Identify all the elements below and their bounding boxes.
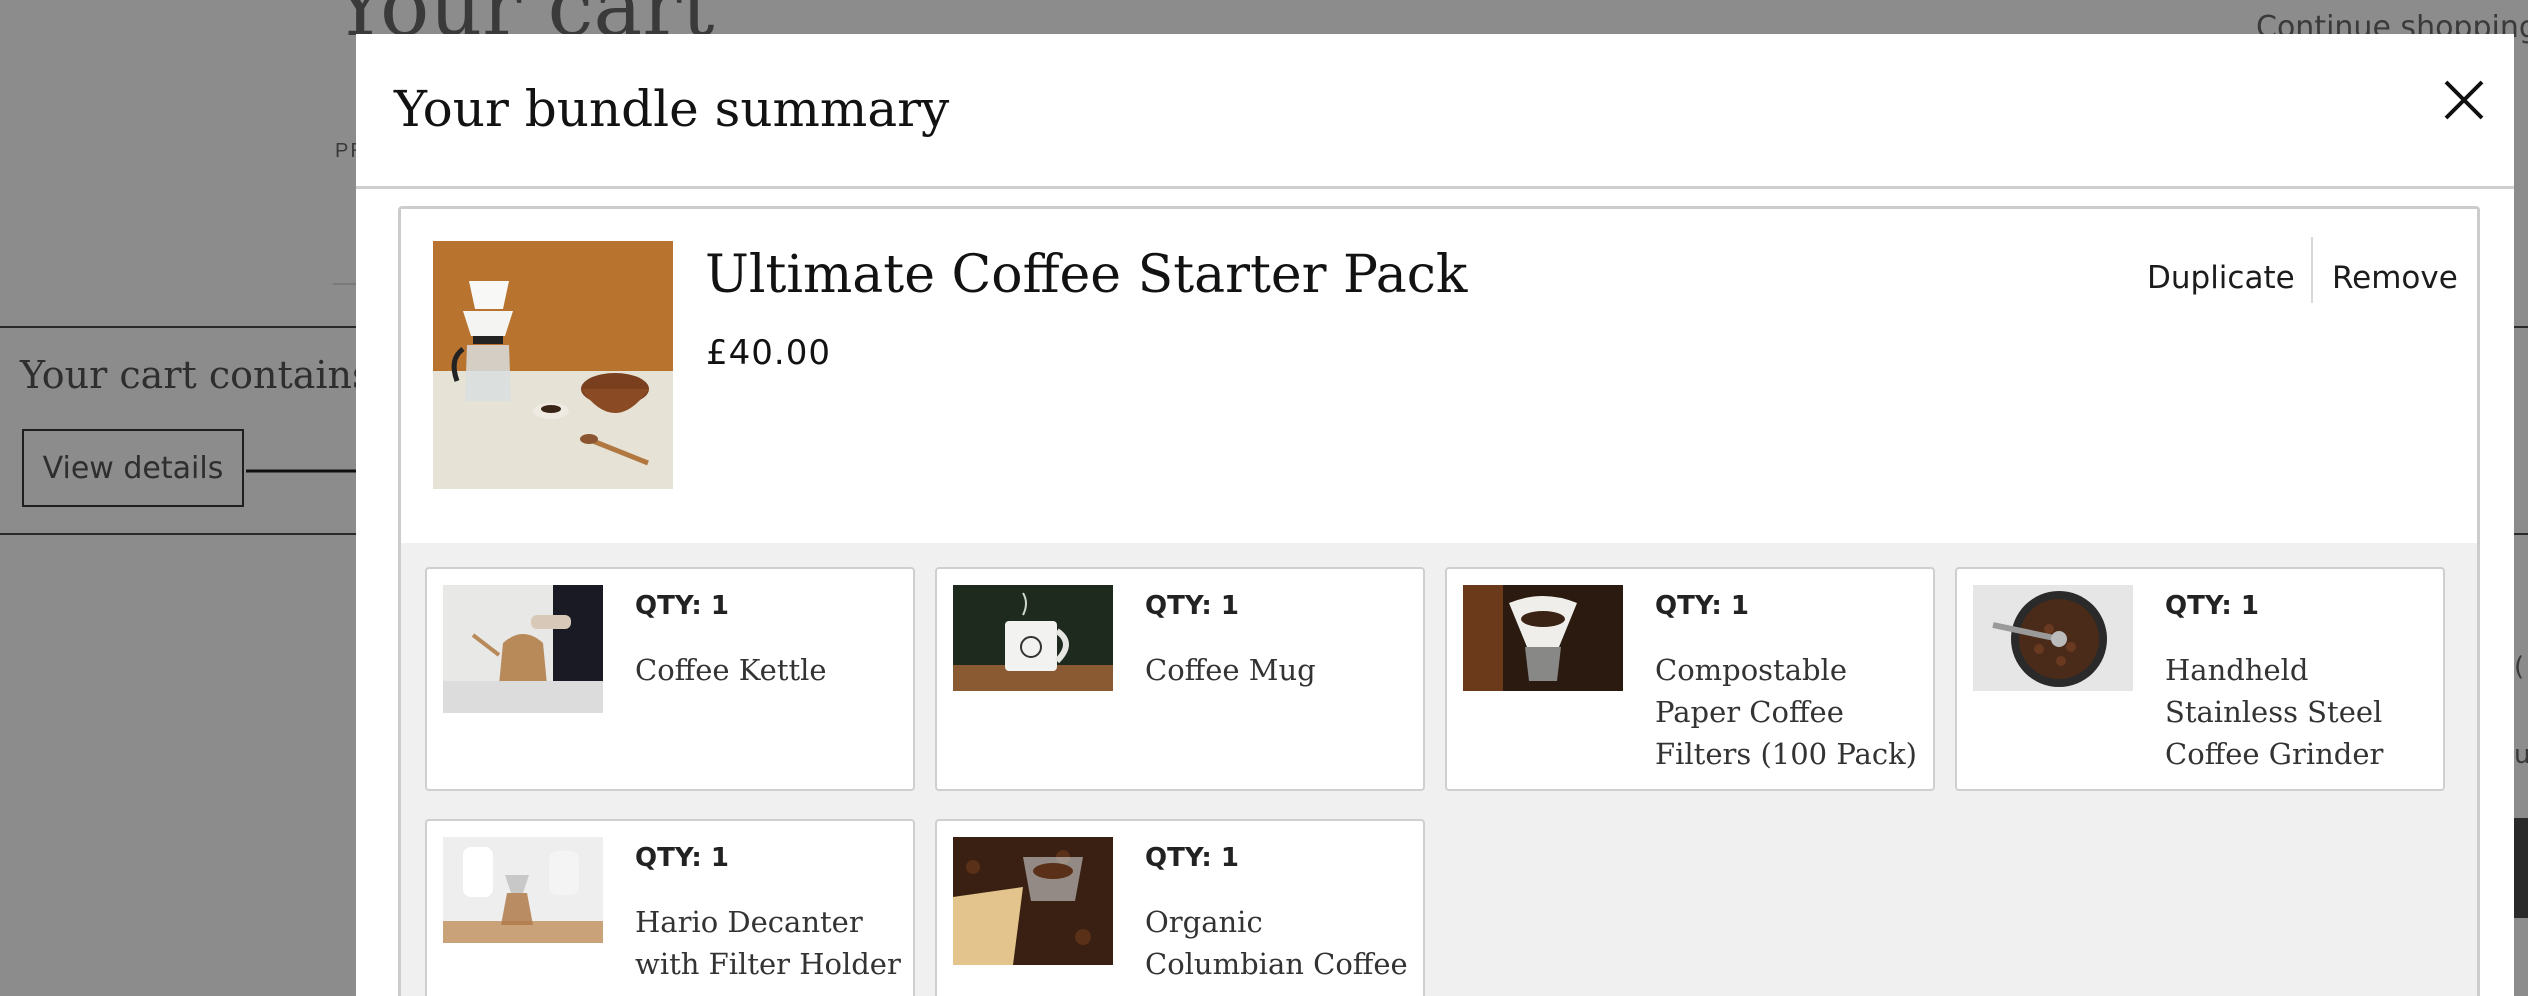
- item-image-coffee-mug: [953, 585, 1113, 691]
- item-qty: QTY: 1: [2165, 591, 2259, 621]
- modal-title: Your bundle summary: [394, 80, 950, 138]
- item-name: Hario Decanter with Filter Holder: [635, 905, 901, 981]
- divider: [2311, 237, 2313, 303]
- background-text-fragment: u: [2514, 740, 2528, 770]
- item-name: Organic Columbian Coffee: [1145, 905, 1408, 981]
- remove-button[interactable]: Remove: [2332, 245, 2458, 311]
- bundle-name: Ultimate Coffee Starter Pack: [705, 245, 1468, 305]
- bundle-item: QTY: 1 Organic Columbian Coffee: [935, 819, 1425, 996]
- item-qty: QTY: 1: [1145, 591, 1239, 621]
- bundle-item: QTY: 1 Hario Decanter with Filter Holder: [425, 819, 915, 996]
- item-image-coffee-grinder: [1973, 585, 2133, 691]
- view-details-button[interactable]: View details: [22, 429, 244, 507]
- background-scrollbar[interactable]: [2512, 818, 2528, 918]
- bundle-summary-modal: Your bundle summary Ultimate Coffee Star…: [356, 34, 2514, 996]
- item-qty: QTY: 1: [635, 843, 729, 873]
- bundle-item: QTY: 1 Compostable Paper Coffee Filters …: [1445, 567, 1935, 791]
- modal-header: Your bundle summary: [356, 34, 2514, 189]
- background-text-fragment: (: [2514, 652, 2525, 682]
- item-image-organic-coffee: [953, 837, 1113, 965]
- item-name: Handheld Stainless Steel Coffee Grinder: [2165, 653, 2384, 771]
- item-image-hario-decanter: [443, 837, 603, 943]
- item-name: Coffee Kettle: [635, 653, 827, 687]
- close-icon[interactable]: [2436, 72, 2492, 128]
- duplicate-button[interactable]: Duplicate: [2147, 245, 2295, 311]
- bundle-item: QTY: 1 Coffee Kettle: [425, 567, 915, 791]
- bundle-item: QTY: 1 Handheld Stainless Steel Coffee G…: [1955, 567, 2445, 791]
- item-name: Compostable Paper Coffee Filters (100 Pa…: [1655, 653, 1917, 771]
- bundle-price: £40.00: [706, 333, 831, 373]
- cart-contains-text: Your cart contains: [20, 353, 372, 397]
- item-image-coffee-filters: [1463, 585, 1623, 691]
- item-qty: QTY: 1: [1145, 843, 1239, 873]
- bundle-items-grid: QTY: 1 Coffee Kettle QTY: 1 Coffee Mug Q…: [401, 543, 2477, 996]
- item-qty: QTY: 1: [1655, 591, 1749, 621]
- item-qty: QTY: 1: [635, 591, 729, 621]
- bundle-item: QTY: 1 Coffee Mug: [935, 567, 1425, 791]
- bundle-image: [433, 241, 673, 489]
- item-name: Coffee Mug: [1145, 653, 1316, 687]
- bundle-card: Ultimate Coffee Starter Pack £40.00 Dupl…: [398, 206, 2480, 996]
- bundle-header: Ultimate Coffee Starter Pack £40.00 Dupl…: [401, 209, 2477, 543]
- item-image-coffee-kettle: [443, 585, 603, 713]
